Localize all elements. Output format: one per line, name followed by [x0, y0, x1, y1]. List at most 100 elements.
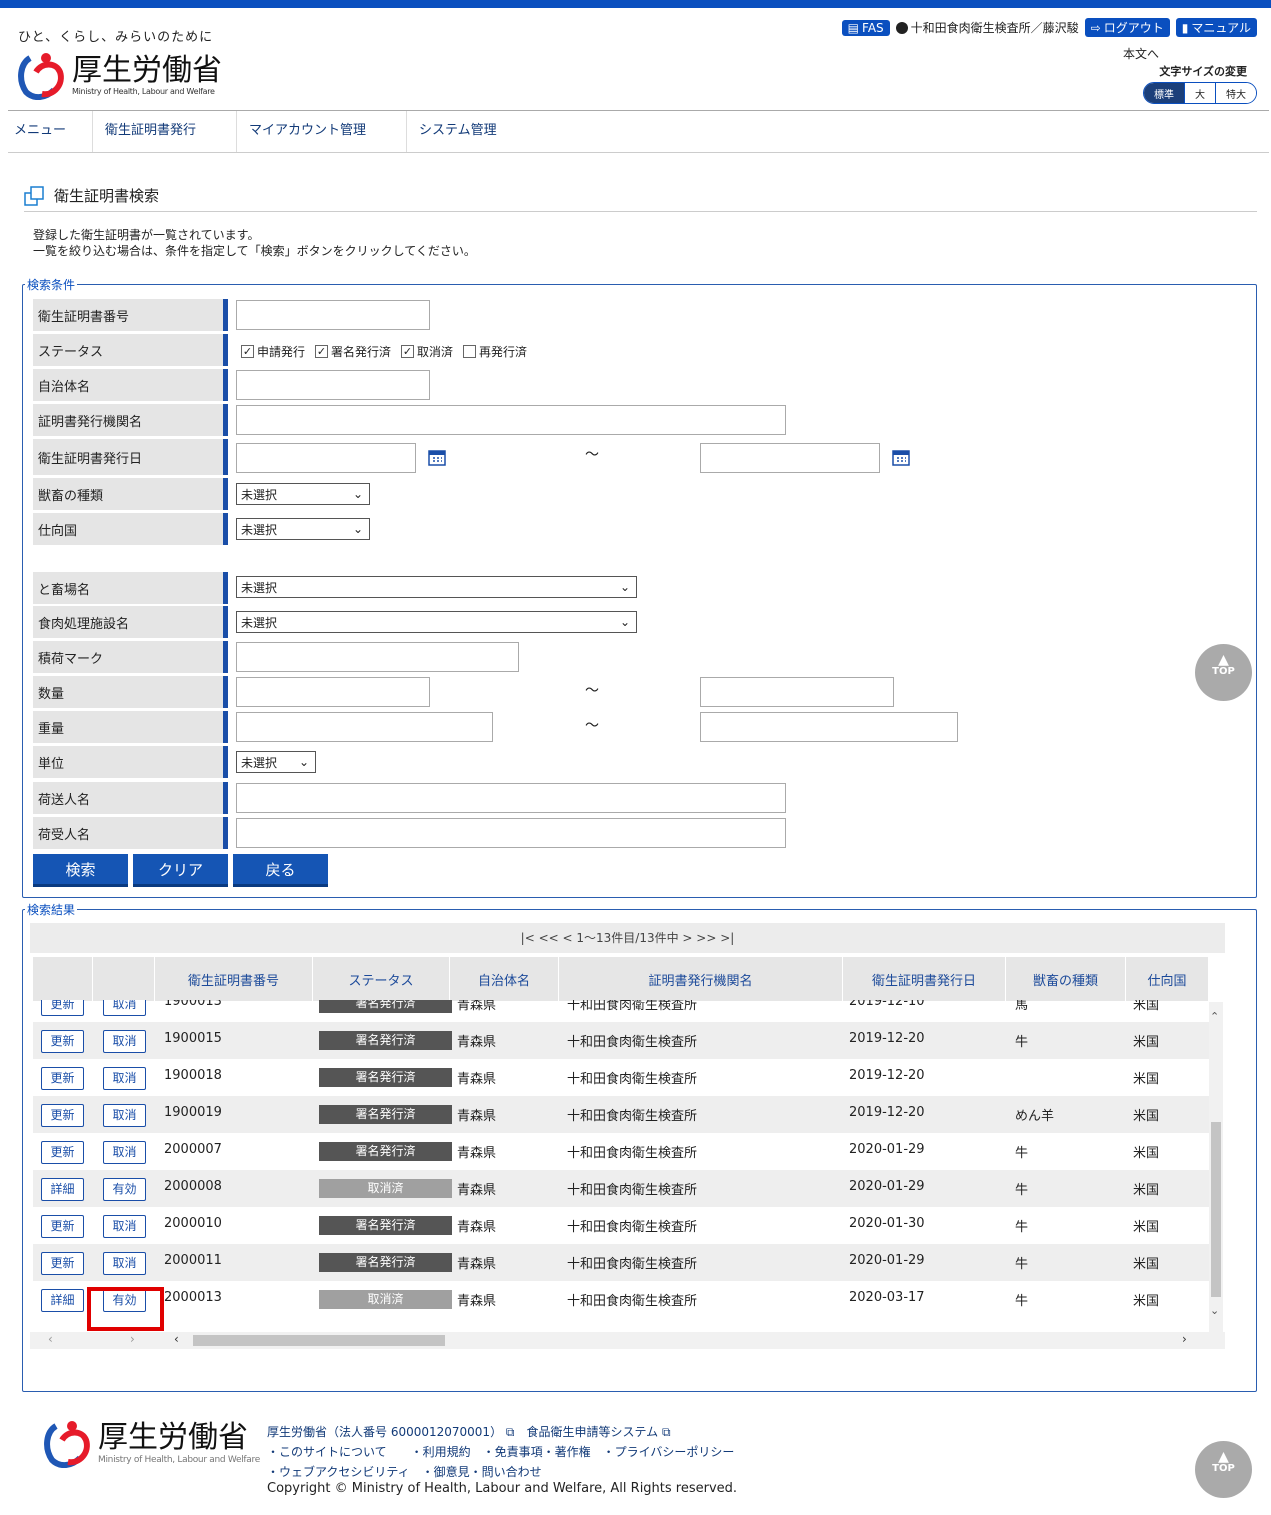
update-button[interactable]: 更新	[41, 1067, 84, 1090]
reactivate-button[interactable]: 有効	[103, 1178, 146, 1201]
cert-no-input[interactable]	[236, 300, 430, 330]
facility-select[interactable]: 未選択 ⌄	[236, 611, 637, 633]
cell-animal: めん羊	[1015, 1109, 1055, 1124]
cancel-button[interactable]: 取消	[103, 1000, 146, 1016]
cell-destination: 米国	[1133, 1257, 1160, 1272]
mark-input[interactable]	[236, 642, 519, 672]
cell-municipality: 青森県	[457, 1294, 497, 1309]
label-issue-date: 衛生証明書発行日	[33, 439, 228, 475]
animal-select[interactable]: 未選択 ⌄	[236, 483, 370, 505]
fas-button[interactable]: ▤ FAS	[841, 19, 890, 36]
update-button[interactable]: 更新	[41, 1215, 84, 1238]
nav-menu[interactable]: メニュー	[8, 111, 92, 152]
back-button[interactable]: 戻る	[233, 854, 328, 887]
scroll-up-icon[interactable]: ⌃	[1210, 1010, 1219, 1023]
font-size-large[interactable]: 大	[1184, 83, 1215, 103]
destination-select[interactable]: 未選択 ⌄	[236, 518, 370, 540]
update-button[interactable]: 更新	[41, 1104, 84, 1127]
footer-links-row2[interactable]: ・このサイトについて ・利用規約 ・免責事項・著作権 ・プライバシーポリシー	[267, 1442, 734, 1462]
footer-system-link[interactable]: 食品衛生申請等システム	[527, 1425, 659, 1439]
logo-sub: Ministry of Health, Labour and Welfare	[72, 86, 215, 96]
cell-cert-no: 1900013	[164, 1000, 222, 1009]
back-to-top-button[interactable]: ▲ TOP	[1195, 644, 1252, 701]
book-icon: ▮	[1181, 20, 1189, 35]
cancel-button[interactable]: 取消	[103, 1030, 146, 1053]
cancel-button[interactable]: 取消	[103, 1104, 146, 1127]
calendar-icon[interactable]	[892, 448, 910, 466]
detail-button[interactable]: 詳細	[41, 1178, 84, 1201]
status-check-applied[interactable]: ✓ 申請発行	[241, 343, 305, 360]
quantity-from-input[interactable]	[236, 677, 430, 707]
nav-account[interactable]: マイアカウント管理	[236, 111, 406, 152]
scroll-down-icon[interactable]: ⌄	[1210, 1304, 1219, 1317]
chevron-down-icon: ⌄	[619, 615, 630, 629]
cancel-button[interactable]: 取消	[103, 1252, 146, 1275]
cell-cert-no: 2000007	[164, 1142, 222, 1157]
slaughterhouse-select[interactable]: 未選択 ⌄	[236, 576, 637, 598]
pagination[interactable]: |< << < 1～13件目/13件中 > >> >|	[30, 923, 1225, 953]
scroll-thumb[interactable]	[1211, 1122, 1221, 1297]
cancel-button[interactable]: 取消	[103, 1067, 146, 1090]
municipality-input[interactable]	[236, 370, 430, 400]
weight-to-input[interactable]	[700, 712, 958, 742]
search-button[interactable]: 検索	[33, 854, 128, 887]
font-size-xlarge[interactable]: 特大	[1215, 83, 1256, 103]
consignee-input[interactable]	[236, 818, 786, 848]
nav-system[interactable]: システム管理	[406, 111, 523, 152]
update-button[interactable]: 更新	[41, 1000, 84, 1016]
tagline: ひと、くらし、みらいのために	[18, 30, 214, 45]
weight-from-input[interactable]	[236, 712, 493, 742]
checkbox-icon: ✓	[315, 345, 329, 358]
update-button[interactable]: 更新	[41, 1252, 84, 1275]
shipper-input[interactable]	[236, 783, 786, 813]
calendar-icon[interactable]	[428, 448, 446, 466]
chevron-down-icon: ⌄	[352, 487, 363, 501]
footer-logo-sub: Ministry of Health, Labour and Welfare	[98, 1455, 260, 1465]
footer-links-row3[interactable]: ・ウェブアクセシビリティ ・御意見・問い合わせ	[267, 1462, 734, 1482]
update-button[interactable]: 更新	[41, 1141, 84, 1164]
status-check-signed[interactable]: ✓ 署名発行済	[315, 343, 391, 360]
nav-cert-issue[interactable]: 衛生証明書発行	[92, 111, 236, 152]
table-row: 更新 取消 1900013 署名発行済 青森県 十和田食肉衛生検査所 2019-12-10 馬…	[33, 1000, 1209, 1022]
table-row: 詳細 有効 2000013 取消済 青森県 十和田食肉衛生検査所 2020-03-17 牛米国	[33, 1281, 1209, 1318]
unit-select[interactable]: 未選択 ⌄	[236, 751, 316, 773]
cell-destination: 米国	[1133, 1000, 1160, 1013]
footer-logo[interactable]: 厚生労働省 Ministry of Health, Labour and Wel…	[42, 1418, 260, 1468]
manual-button[interactable]: ▮ マニュアル	[1175, 18, 1257, 37]
status-check-reissued[interactable]: 再発行済	[463, 343, 527, 360]
scroll-left-icon[interactable]: ‹	[48, 1332, 53, 1346]
clear-button[interactable]: クリア	[133, 854, 228, 887]
table-row: 更新 取消 2000007 署名発行済 青森県 十和田食肉衛生検査所 2020-01-29 牛…	[33, 1133, 1209, 1170]
label-issuer: 証明書発行機関名	[33, 404, 228, 436]
footer-ministry-link[interactable]: 厚生労働省（法人番号 6000012070001）	[267, 1425, 502, 1439]
cell-municipality: 青森県	[457, 1109, 497, 1124]
logout-icon: ⇨	[1090, 20, 1101, 35]
issue-date-from-input[interactable]	[236, 443, 416, 473]
issuer-input[interactable]	[236, 405, 786, 435]
col-cert-no: 衛生証明書番号	[155, 957, 313, 1001]
status-check-cancelled[interactable]: ✓ 取消済	[401, 343, 453, 360]
range-tilde: ～	[585, 447, 599, 463]
cancel-button[interactable]: 取消	[103, 1141, 146, 1164]
issue-date-to-input[interactable]	[700, 443, 880, 473]
update-button[interactable]: 更新	[41, 1030, 84, 1053]
table-row: 更新 取消 2000011 署名発行済 青森県 十和田食肉衛生検査所 2020-01-29 牛…	[33, 1244, 1209, 1281]
font-size-standard[interactable]: 標準	[1144, 83, 1184, 103]
cell-destination: 米国	[1133, 1183, 1160, 1198]
scroll-thumb[interactable]	[193, 1335, 445, 1346]
detail-button[interactable]: 詳細	[41, 1289, 84, 1312]
cell-destination: 米国	[1133, 1220, 1160, 1235]
back-to-top-button[interactable]: ▲ TOP	[1195, 1441, 1252, 1498]
scroll-right-icon[interactable]: ›	[1182, 1332, 1187, 1346]
col-destination: 仕向国	[1126, 957, 1209, 1001]
skip-to-content-link[interactable]: 本文へ	[1123, 45, 1159, 62]
cell-issuer: 十和田食肉衛生検査所	[567, 1220, 698, 1235]
quantity-to-input[interactable]	[700, 677, 894, 707]
cancel-button[interactable]: 取消	[103, 1215, 146, 1238]
scroll-right-icon[interactable]: ›	[130, 1332, 135, 1346]
site-logo[interactable]: 厚生労働省 Ministry of Health, Labour and Wel…	[16, 50, 222, 100]
vertical-scrollbar[interactable]: ⌃ ⌄	[1209, 1002, 1223, 1332]
horizontal-scrollbar[interactable]: ‹ › ‹ ›	[30, 1332, 1225, 1349]
logout-button[interactable]: ⇨ ログアウト	[1084, 18, 1170, 37]
scroll-left-icon[interactable]: ‹	[174, 1332, 179, 1346]
